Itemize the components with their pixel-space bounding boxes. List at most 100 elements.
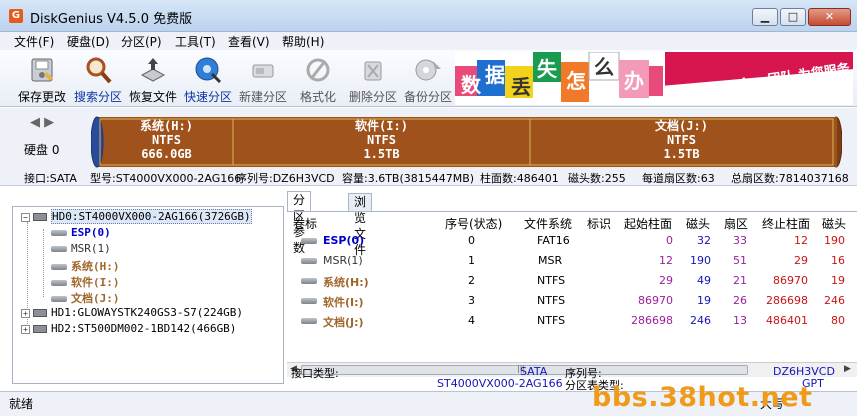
menu-file[interactable]: 文件(F) [14,33,54,50]
new-partition-icon [252,64,274,78]
cell-head: 49 [697,274,711,287]
tree-node-i[interactable]: 软件(I:) [51,274,120,290]
partition-segment-i[interactable]: 软件(I:) NTFS 1.5TB [233,116,530,162]
cell-start-cyl: 286698 [631,314,673,327]
segment-name: 系统(H:) [140,119,193,133]
toolbar-label: 恢复文件 [128,90,177,104]
hard-disk-icon [33,309,47,317]
tree-node-hd0[interactable]: − HD0:ST4000VX000-2AG166(3726GB) [21,209,252,224]
partition-icon [51,230,67,236]
recover-file-button[interactable]: 恢复文件 [125,52,181,106]
cell-end-head: 19 [831,274,845,287]
cell-label: 软件(I:) [323,296,364,309]
ad-banner[interactable]: 数 据 丢 失 怎 么 办 DiskGenius 团队 为您服务 [455,52,853,105]
disk-heads: 磁头数:255 [568,172,626,185]
disk-capacity: 容量:3.6TB(3815447MB) [342,172,475,185]
cell-index: 0 [468,234,475,247]
save-changes-button[interactable]: 保存更改 [14,52,70,106]
tree-node-j[interactable]: 文档(J:) [51,290,120,306]
tree-node-msr[interactable]: MSR(1) [51,242,111,255]
partition-icon [51,280,67,286]
cell-fs: MSR [538,254,563,267]
delete-partition-button[interactable]: 删除分区 [345,52,401,106]
cell-sector: 26 [733,294,747,307]
expand-toggle-icon[interactable]: + [21,308,30,318]
cell-end-head: 80 [831,314,845,327]
tree-node-label: HD0:ST4000VX000-2AG166(3726GB) [51,209,252,224]
tree-node-esp[interactable]: ESP(0) [51,226,111,239]
collapse-toggle-icon[interactable]: − [21,212,30,222]
partition-icon [51,264,67,270]
cell-label: MSR(1) [323,254,363,267]
partition-icon [301,234,317,247]
cell-fs: NTFS [537,274,566,287]
partition-icon [301,294,317,307]
cell-label: 系统(H:) [323,276,369,289]
tree-node-hd2[interactable]: + HD2:ST500DM002-1BD142(466GB) [21,322,236,335]
segment-fs: NTFS [367,133,396,147]
toolbar-label: 格式化 [299,90,336,104]
disk-map-area: ◀ ▶ 硬盘 0 系统(H:) NTFS 666.0GB 软件(I:) NTFS… [0,108,857,168]
maximize-button[interactable]: □ [780,8,806,26]
backup-partition-button[interactable]: 备份分区 [400,52,456,106]
expand-toggle-icon[interactable]: + [21,324,30,334]
hard-disk-icon [33,325,47,333]
toolbar-label: 保存更改 [17,90,66,104]
cell-index: 3 [468,294,475,307]
close-button[interactable]: ✕ [808,8,851,26]
cell-start-cyl: 0 [666,234,673,247]
new-partition-button[interactable]: 新建分区 [235,52,291,106]
next-disk-icon[interactable]: ▶ [44,115,54,130]
segment-fs: NTFS [152,133,181,147]
menu-tools[interactable]: 工具(T) [175,33,216,50]
segment-name: 文档(J:) [655,119,708,133]
app-logo-icon: G [9,9,23,23]
disk-cylinders: 柱面数:486401 [480,172,559,185]
magnifier-icon [86,57,112,84]
cell-start-cyl: 12 [659,254,673,267]
search-partition-button[interactable]: 搜索分区 [70,52,126,106]
menu-partition[interactable]: 分区(P) [121,33,162,50]
tree-node-hd1[interactable]: + HD1:GLOWAYSTK240GS3-S7(224GB) [21,306,243,319]
table-row[interactable]: 文档(J:) 4 NTFS 286698 246 13 486401 80 [287,310,857,330]
menu-disk[interactable]: 硬盘(D) [67,33,110,50]
detail-model-value: ST4000VX000-2AG166 [437,377,563,390]
hard-disk-icon [33,213,47,221]
banner-char: 么 [594,55,614,79]
prev-disk-icon[interactable]: ◀ [30,115,40,130]
cell-sector: 51 [733,254,747,267]
disk-nav-arrows[interactable]: ◀ ▶ [30,115,54,130]
cell-start-cyl: 86970 [638,294,673,307]
quick-partition-icon [195,57,222,84]
menu-help[interactable]: 帮助(H) [282,33,324,50]
cell-sector: 33 [733,234,747,247]
partition-icon [51,246,67,252]
segment-size: 1.5TB [663,147,700,161]
partition-segment-h[interactable]: 系统(H:) NTFS 666.0GB [100,116,233,162]
table-row[interactable]: MSR(1) 1 MSR 12 190 51 29 16 [287,250,857,270]
cell-sector: 13 [733,314,747,327]
partition-panel: 分区参数 浏览文件 卷标 序号(状态) 文件系统 标识 起始柱面 磁头 扇区 终… [287,191,857,391]
tab-partition-params[interactable]: 分区参数 [287,191,312,255]
partition-segment-j[interactable]: 文档(J:) NTFS 1.5TB [530,116,833,162]
cell-fs: NTFS [537,294,566,307]
table-row[interactable]: 软件(I:) 3 NTFS 86970 19 26 286698 246 [287,290,857,310]
format-icon [306,58,330,82]
tree-node-h[interactable]: 系统(H:) [51,258,120,274]
disk-label: 硬盘 0 [24,143,60,157]
cell-end-cyl: 29 [794,254,808,267]
menu-view[interactable]: 查看(V) [228,33,270,50]
disk-interface: 接口:SATA [24,172,77,185]
table-row[interactable]: 系统(H:) 2 NTFS 29 49 21 86970 19 [287,270,857,290]
recover-file-icon [140,58,166,82]
cell-start-cyl: 29 [659,274,673,287]
quick-partition-button[interactable]: 快速分区 [180,52,236,106]
minimize-button[interactable]: ▁ [752,8,778,26]
toolbar-label: 备份分区 [403,90,452,104]
format-button[interactable]: 格式化 [290,52,346,106]
cell-head: 19 [697,294,711,307]
tab-browse-files[interactable]: 浏览文件 [348,193,373,257]
cell-end-cyl: 486401 [766,314,808,327]
table-row[interactable]: ESP(0) 0 FAT16 0 32 33 12 190 [287,230,857,250]
tree-node-label: ESP(0) [71,226,111,239]
